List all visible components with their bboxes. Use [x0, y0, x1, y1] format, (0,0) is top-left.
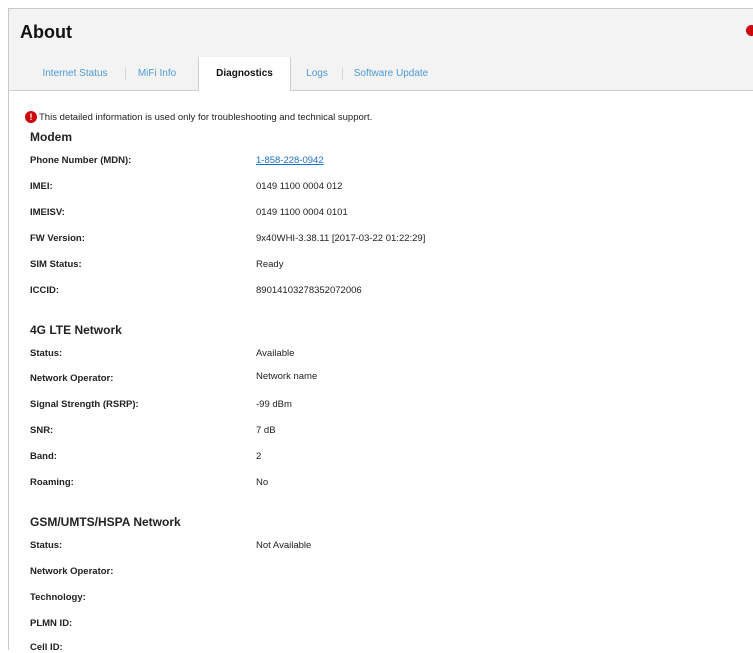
row-label: PLMN ID: — [30, 618, 73, 629]
row-label: ICCID: — [30, 285, 60, 296]
row-value: 89014103278352072006 — [256, 285, 362, 296]
row-label: SIM Status: — [30, 259, 82, 270]
row-label: Cell ID: — [30, 642, 63, 653]
row-label: IMEISV: — [30, 207, 65, 218]
tab-mifi-info[interactable]: MiFi Info — [131, 57, 183, 90]
page-header: About — [9, 9, 753, 57]
phone-number-link[interactable]: 1-858-228-0942 — [256, 155, 324, 166]
row-label: Signal Strength (RSRP): — [30, 399, 139, 410]
row-label: Technology: — [30, 592, 86, 603]
tab-separator — [342, 68, 343, 80]
about-panel: About Internet Status MiFi Info Diagnost… — [8, 8, 753, 653]
row-label: Phone Number (MDN): — [30, 155, 132, 166]
section-title-gsm: GSM/UMTS/HSPA Network — [30, 515, 181, 529]
row-value: Network name — [256, 371, 318, 382]
row-value: 9x40WHI-3.38.11 [2017-03-22 01:22:29] — [256, 233, 426, 244]
tab-internet-status[interactable]: Internet Status — [31, 57, 119, 90]
row-label: Band: — [30, 451, 57, 462]
row-label: IMEI: — [30, 181, 53, 192]
row-value: 0149 1100 0004 012 — [256, 181, 343, 192]
tab-separator — [125, 68, 126, 80]
tab-diagnostics[interactable]: Diagnostics — [198, 57, 291, 91]
status-indicator-icon — [746, 25, 753, 36]
row-value: Available — [256, 348, 295, 359]
row-label: Roaming: — [30, 477, 74, 488]
tab-logs[interactable]: Logs — [302, 57, 332, 90]
row-value: Ready — [256, 259, 284, 270]
row-label: Network Operator: — [30, 373, 114, 384]
tab-software-update[interactable]: Software Update — [349, 57, 433, 90]
row-label: Status: — [30, 348, 63, 359]
section-title-modem: Modem — [30, 130, 72, 144]
row-value: -99 dBm — [256, 399, 292, 410]
row-label: Network Operator: — [30, 566, 114, 577]
section-title-lte: 4G LTE Network — [30, 323, 122, 337]
alert-icon: ! — [25, 111, 37, 123]
row-value: Not Available — [256, 540, 312, 551]
row-label: FW Version: — [30, 233, 85, 244]
row-label: SNR: — [30, 425, 54, 436]
row-value: 2 — [256, 451, 262, 462]
row-value: No — [256, 477, 269, 488]
row-value: 7 dB — [256, 425, 276, 436]
notice-text: This detailed information is used only f… — [39, 112, 373, 123]
tab-bar: Internet Status MiFi Info Diagnostics Lo… — [9, 57, 753, 91]
row-value: 0149 1100 0004 0101 — [256, 207, 348, 218]
row-label: Status: — [30, 540, 63, 551]
page-title: About — [20, 22, 72, 42]
